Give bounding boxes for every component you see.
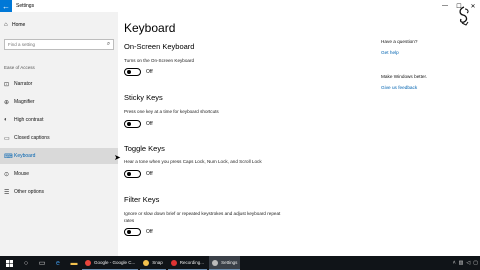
action-center-icon[interactable]: ▢ <box>473 260 478 266</box>
task-view-button[interactable]: ▭ <box>34 256 50 270</box>
filter-keys-toggle-row: Off <box>124 228 153 236</box>
toggle-state: Off <box>146 171 153 177</box>
dragon-logo-icon <box>459 6 469 26</box>
sidebar-item-label: Closed captions <box>14 135 50 141</box>
network-icon[interactable]: ▥ <box>459 260 464 266</box>
search-input[interactable]: Find a setting ⌕ <box>4 39 114 50</box>
search-icon: ○ <box>23 259 29 267</box>
keyboard-icon: ⌨ <box>4 153 13 160</box>
give-feedback-link[interactable]: Give us feedback <box>381 85 417 90</box>
sidebar-item-label: Keyboard <box>14 153 36 159</box>
tray-chevron-icon[interactable]: ˄ <box>453 260 456 266</box>
task-label: Snap <box>152 260 163 265</box>
toggle-knob <box>126 230 131 234</box>
other-options-icon: ☰ <box>4 189 10 196</box>
edge-icon: e <box>56 259 60 267</box>
title-bar: ← Settings — ☐ ✕ <box>0 0 480 12</box>
mouse-cursor-icon: ➤ <box>114 153 121 162</box>
get-help-link[interactable]: Get help <box>381 50 399 55</box>
toggle-keys-description: Hear a tone when you press Caps Lock, Nu… <box>124 159 262 164</box>
minimize-button[interactable]: — <box>438 0 452 12</box>
toggle-keys-heading: Toggle Keys <box>124 144 165 153</box>
magnifier-icon: ⊕ <box>4 99 10 106</box>
toggle-knob <box>126 70 131 74</box>
back-button[interactable]: ← <box>0 0 12 12</box>
task-view-icon: ▭ <box>38 260 46 267</box>
settings-gear-icon <box>212 259 219 266</box>
back-arrow-icon: ← <box>2 1 10 11</box>
on-screen-keyboard-toggle[interactable] <box>124 68 141 76</box>
sidebar-item-other-options[interactable]: ☰ Other options <box>0 184 118 200</box>
file-explorer-button[interactable]: ▬ <box>66 256 82 270</box>
task-label: Google - Google C... <box>94 260 136 265</box>
taskbar-item-settings[interactable]: Settings <box>209 256 241 270</box>
sidebar-home[interactable]: ⌂ Home <box>4 22 25 28</box>
on-screen-keyboard-description: Turns on the On-Screen Keyboard <box>124 58 195 63</box>
sticky-keys-toggle[interactable] <box>124 120 141 128</box>
toggle-state: Off <box>146 121 153 127</box>
help-question: Have a question? <box>381 39 418 44</box>
windows-logo-icon <box>5 259 13 267</box>
taskbar: ○ ▭ e ▬ Google - Google C... Snap Record… <box>0 256 480 270</box>
toggle-knob <box>126 122 131 126</box>
sidebar-item-mouse[interactable]: ⊙ Mouse <box>0 166 118 182</box>
toggle-state: Off <box>146 229 153 235</box>
search-taskbar-button[interactable]: ○ <box>18 256 34 270</box>
filter-keys-heading: Filter Keys <box>124 195 160 204</box>
page-title: Keyboard <box>124 21 176 35</box>
chrome-icon <box>85 259 91 266</box>
home-icon: ⌂ <box>4 22 8 28</box>
sidebar-item-label: Narrator <box>14 81 33 87</box>
sidebar: ⌂ Home Find a setting ⌕ Ease of Access ⊡… <box>0 12 118 256</box>
folder-icon: ▬ <box>70 259 78 267</box>
search-icon: ⌕ <box>106 41 111 47</box>
sidebar-item-keyboard[interactable]: ⌨ Keyboard <box>0 148 118 164</box>
sticky-keys-description: Press one key at a time for keyboard sho… <box>124 109 219 114</box>
taskbar-item-snap[interactable]: Snap <box>140 256 166 270</box>
toggle-state: Off <box>146 69 153 75</box>
sidebar-item-magnifier[interactable]: ⊕ Magnifier <box>0 94 118 110</box>
toggle-keys-toggle-row: Off <box>124 170 153 178</box>
system-tray: ˄ ▥ ◁ ▢ <box>450 256 478 270</box>
toggle-keys-toggle[interactable] <box>124 170 141 178</box>
sidebar-item-closed-captions[interactable]: ▭ Closed captions <box>0 130 118 146</box>
settings-window: ← Settings — ☐ ✕ ⌂ Home Find a setting ⌕… <box>0 0 480 256</box>
on-screen-keyboard-heading: On-Screen Keyboard <box>124 42 195 51</box>
sidebar-section-label: Ease of Access <box>4 65 35 70</box>
on-screen-keyboard-toggle-row: Off <box>124 68 153 76</box>
sidebar-item-label: High contrast <box>14 117 44 123</box>
sidebar-item-narrator[interactable]: ⊡ Narrator <box>0 76 118 92</box>
volume-icon[interactable]: ◁ <box>466 260 470 266</box>
sidebar-item-label: Other options <box>14 189 45 195</box>
folder-icon <box>143 259 150 266</box>
narrator-icon: ⊡ <box>4 81 10 88</box>
sidebar-item-high-contrast[interactable]: ◐ High contrast <box>0 112 118 128</box>
recorder-icon <box>170 259 177 266</box>
taskbar-item-chrome[interactable]: Google - Google C... <box>82 256 139 270</box>
task-label: Recording... <box>179 260 205 265</box>
task-label: Settings <box>221 260 238 265</box>
sidebar-home-label: Home <box>12 22 26 28</box>
make-windows-better: Make Windows better. <box>381 74 428 79</box>
taskbar-item-recording[interactable]: Recording... <box>167 256 208 270</box>
start-button[interactable] <box>0 256 18 270</box>
sidebar-item-label: Mouse <box>14 171 30 177</box>
sidebar-item-label: Magnifier <box>14 99 35 105</box>
edge-button[interactable]: e <box>50 256 66 270</box>
sticky-keys-toggle-row: Off <box>124 120 153 128</box>
filter-keys-description: Ignore or slow down brief or repeated ke… <box>124 211 281 223</box>
window-title: Settings <box>16 3 35 9</box>
search-placeholder: Find a setting <box>8 42 36 47</box>
closed-captions-icon: ▭ <box>4 135 10 142</box>
toggle-knob <box>126 172 131 176</box>
filter-keys-toggle[interactable] <box>124 228 141 236</box>
high-contrast-icon: ◐ <box>4 117 8 123</box>
sticky-keys-heading: Sticky Keys <box>124 93 163 102</box>
mouse-icon: ⊙ <box>4 171 10 178</box>
